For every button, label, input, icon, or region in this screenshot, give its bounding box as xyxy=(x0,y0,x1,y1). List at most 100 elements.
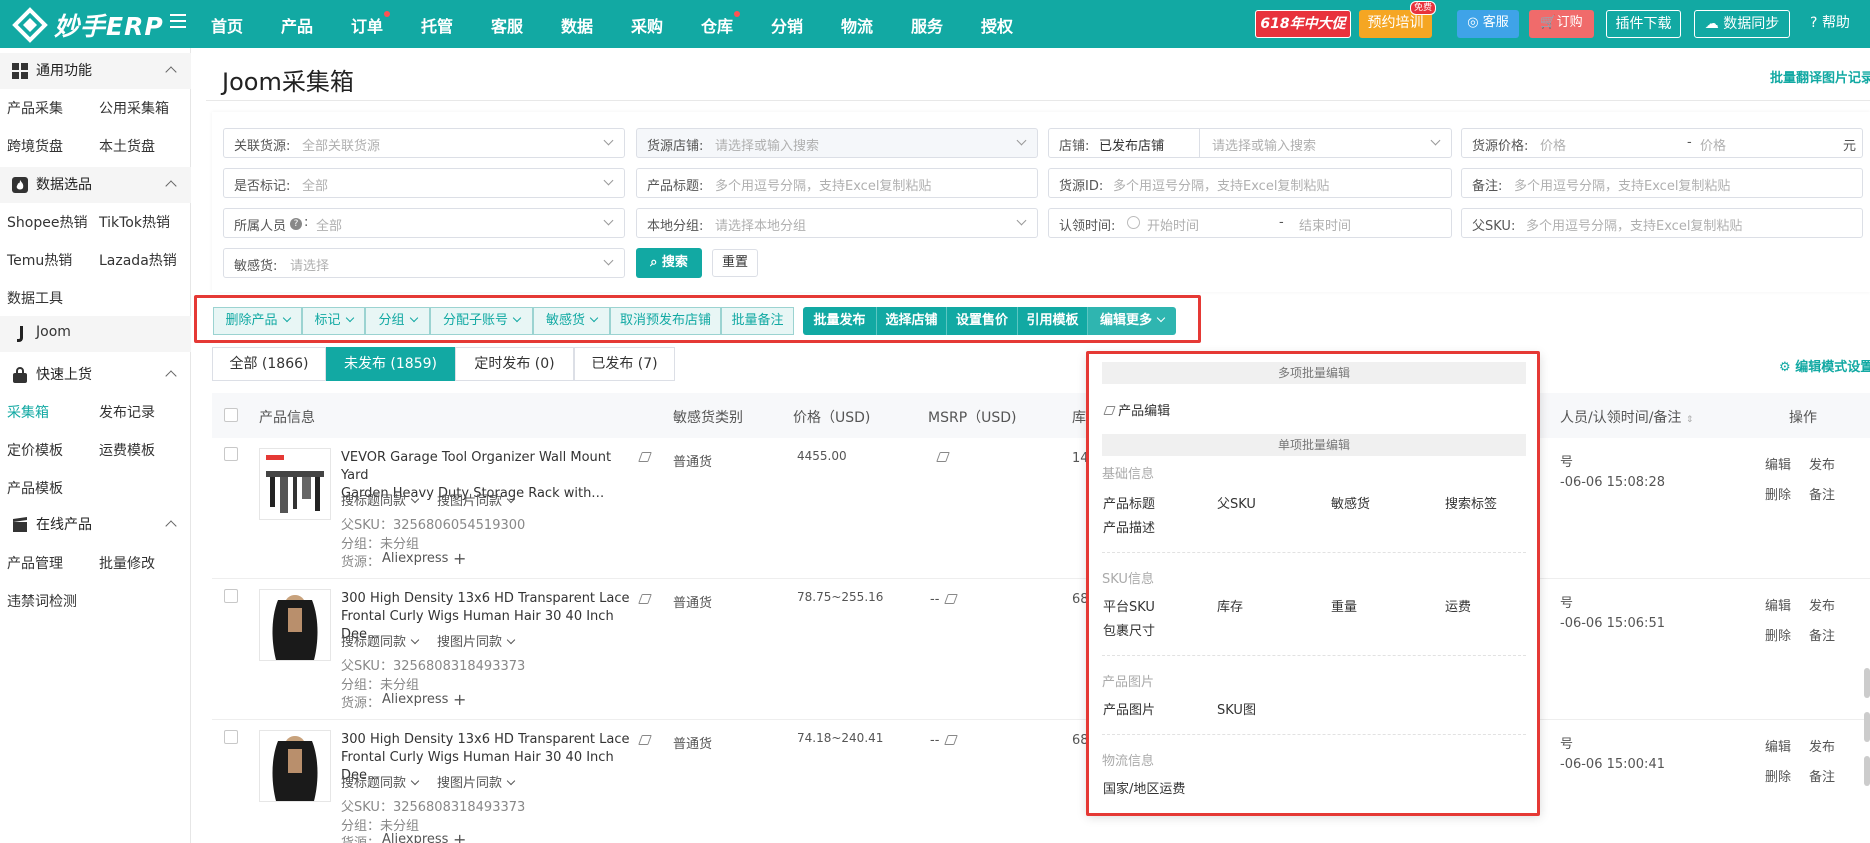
product-thumbnail[interactable] xyxy=(259,730,331,802)
training-button[interactable]: 预约培训 免费 xyxy=(1359,1,1436,38)
edit-link[interactable]: 编辑 xyxy=(1765,595,1791,614)
source-link[interactable]: Aliexpress xyxy=(382,692,448,707)
sidebar-item-shopee-hot[interactable]: Shopee热销 xyxy=(7,213,87,233)
sidebar-item-batch-modify[interactable]: 批量修改 xyxy=(99,554,155,574)
promo-618-button[interactable]: 618年中大促 xyxy=(1255,10,1351,38)
sidebar-item-tiktok-hot[interactable]: TikTok热销 xyxy=(99,213,170,233)
search-image-same-link[interactable]: 搜图片同款 xyxy=(437,631,516,650)
select-all-checkbox[interactable] xyxy=(224,408,238,422)
nav-home[interactable]: 首页 xyxy=(211,13,243,37)
end-time-input[interactable]: 结束时间 xyxy=(1299,215,1351,234)
sidebar-section-online-products[interactable]: 在线产品 xyxy=(0,507,191,543)
edit-pencil-icon[interactable] xyxy=(936,451,950,466)
source-link[interactable]: Aliexpress xyxy=(382,832,448,843)
sidebar-item-temu-hot[interactable]: Temu热销 xyxy=(7,251,72,271)
sidebar-item-data-tools[interactable]: 数据工具 xyxy=(7,289,63,309)
remark-link[interactable]: 备注 xyxy=(1809,625,1835,644)
nav-distribution[interactable]: 分销 xyxy=(771,13,803,37)
delete-link[interactable]: 删除 xyxy=(1765,625,1791,644)
edit-mode-settings-link[interactable]: ⚙ 编辑模式设置 xyxy=(1779,356,1870,375)
tab-unpublished[interactable]: 未发布 (1859) xyxy=(326,347,455,381)
publish-link[interactable]: 发布 xyxy=(1809,595,1835,614)
remark-link[interactable]: 备注 xyxy=(1809,766,1835,785)
edit-pencil-icon[interactable] xyxy=(638,593,652,608)
sidebar-item-publish-records[interactable]: 发布记录 xyxy=(99,403,155,423)
service-button[interactable]: ◎ 客服 xyxy=(1457,10,1519,38)
nav-warehouse[interactable]: 仓库 xyxy=(701,11,741,37)
add-source-icon[interactable]: + xyxy=(453,690,466,709)
owner-filter-select[interactable]: 所属人员 ? : 全部 xyxy=(223,208,625,238)
search-title-same-link[interactable]: 搜标题同款 xyxy=(341,631,420,650)
nav-orders[interactable]: 订单 xyxy=(351,11,391,37)
data-sync-button[interactable]: ☁ 数据同步 xyxy=(1694,10,1790,38)
edit-pencil-icon[interactable] xyxy=(944,593,958,608)
source-link[interactable]: Aliexpress xyxy=(382,551,448,566)
add-source-icon[interactable]: + xyxy=(453,549,466,568)
edit-link[interactable]: 编辑 xyxy=(1765,454,1791,473)
hamburger-menu-icon[interactable] xyxy=(170,14,186,28)
sidebar-item-joom[interactable]: Joom xyxy=(0,316,191,352)
edit-pencil-icon[interactable] xyxy=(638,734,652,749)
sidebar-item-lazada-hot[interactable]: Lazada热销 xyxy=(99,251,177,271)
search-image-same-link[interactable]: 搜图片同款 xyxy=(437,772,516,791)
nav-authorization[interactable]: 授权 xyxy=(981,13,1013,37)
delete-link[interactable]: 删除 xyxy=(1765,766,1791,785)
nav-logistics[interactable]: 物流 xyxy=(841,13,873,37)
nav-hosting[interactable]: 托管 xyxy=(421,13,453,37)
plugin-download-button[interactable]: 插件下载 xyxy=(1606,10,1681,38)
marked-filter-select[interactable]: 是否标记: 全部 xyxy=(223,168,625,198)
nav-customer-service[interactable]: 客服 xyxy=(491,13,523,37)
publish-link[interactable]: 发布 xyxy=(1809,736,1835,755)
product-thumbnail[interactable] xyxy=(259,448,331,520)
nav-data[interactable]: 数据 xyxy=(561,13,593,37)
nav-purchase[interactable]: 采购 xyxy=(631,13,663,37)
local-group-filter-select[interactable]: 本地分组: 请选择本地分组 xyxy=(636,208,1038,238)
search-title-same-link[interactable]: 搜标题同款 xyxy=(341,490,420,509)
parent-sku-input[interactable]: 父SKU: 多个用逗号分隔，支持Excel复制粘贴 xyxy=(1461,208,1863,238)
remark-input[interactable]: 备注: 多个用逗号分隔，支持Excel复制粘贴 xyxy=(1461,168,1863,198)
sidebar-item-shipping-template[interactable]: 运费模板 xyxy=(99,441,155,461)
add-source-icon[interactable]: + xyxy=(453,830,466,843)
sidebar-section-quick-listing[interactable]: 快速上货 xyxy=(0,357,191,393)
sidebar-item-banned-word-check[interactable]: 违禁词检测 xyxy=(7,592,77,612)
sidebar-section-data-selection[interactable]: 数据选品 xyxy=(0,167,191,203)
shop-search-input[interactable]: 请选择或输入搜索 xyxy=(1212,135,1316,154)
sidebar-item-product-template[interactable]: 产品模板 xyxy=(7,479,63,499)
product-thumbnail[interactable] xyxy=(259,589,331,661)
edit-pencil-icon[interactable] xyxy=(638,451,652,466)
help-circle-icon[interactable]: ? xyxy=(290,218,302,230)
scrollbar-thumb[interactable] xyxy=(1864,712,1870,742)
nav-services[interactable]: 服务 xyxy=(911,13,943,37)
max-price-input[interactable]: 价格 xyxy=(1700,135,1726,154)
delete-link[interactable]: 删除 xyxy=(1765,484,1791,503)
nav-products[interactable]: 产品 xyxy=(281,13,313,37)
help-button[interactable]: ? 帮助 xyxy=(1800,10,1860,38)
sidebar-item-collect-box[interactable]: 采集箱 xyxy=(7,403,49,423)
scrollbar-thumb[interactable] xyxy=(1864,668,1870,698)
row-checkbox[interactable] xyxy=(224,589,238,603)
scrollbar-thumb[interactable] xyxy=(1864,756,1870,786)
edit-pencil-icon[interactable] xyxy=(944,734,958,749)
shop-status-select[interactable]: 已发布店铺 xyxy=(1099,135,1164,154)
search-button[interactable]: ⌕ 搜索 xyxy=(636,248,702,278)
sidebar-section-general[interactable]: 通用功能 xyxy=(0,53,191,89)
sidebar-item-cross-border-pool[interactable]: 跨境货盘 xyxy=(7,137,63,157)
edit-link[interactable]: 编辑 xyxy=(1765,736,1791,755)
sidebar-item-product-management[interactable]: 产品管理 xyxy=(7,554,63,574)
product-title-input[interactable]: 产品标题: 多个用逗号分隔，支持Excel复制粘贴 xyxy=(636,168,1038,198)
column-header-owner-time-remark[interactable]: 人员/认领时间/备注 ⇕ xyxy=(1560,407,1693,427)
app-logo[interactable]: 妙手ERP xyxy=(12,7,164,43)
source-id-input[interactable]: 货源ID: 多个用逗号分隔，支持Excel复制粘贴 xyxy=(1048,168,1452,198)
sidebar-item-local-pool[interactable]: 本土货盘 xyxy=(99,137,155,157)
min-price-input[interactable]: 价格 xyxy=(1540,135,1566,154)
search-image-same-link[interactable]: 搜图片同款 xyxy=(437,490,516,509)
publish-link[interactable]: 发布 xyxy=(1809,454,1835,473)
sensitive-goods-filter-select[interactable]: 敏感货: 请选择 xyxy=(223,248,625,278)
batch-translate-images-link[interactable]: 批量翻译图片记录 xyxy=(1770,67,1870,86)
claim-time-range[interactable]: 认领时间: 开始时间 - 结束时间 xyxy=(1048,208,1452,238)
sidebar-item-product-collect[interactable]: 产品采集 xyxy=(7,99,63,119)
tab-scheduled[interactable]: 定时发布 (0) xyxy=(455,347,574,381)
reset-button[interactable]: 重置 xyxy=(712,249,758,277)
source-filter-select[interactable]: 关联货源: 全部关联货源 xyxy=(223,128,625,158)
row-checkbox[interactable] xyxy=(224,447,238,461)
